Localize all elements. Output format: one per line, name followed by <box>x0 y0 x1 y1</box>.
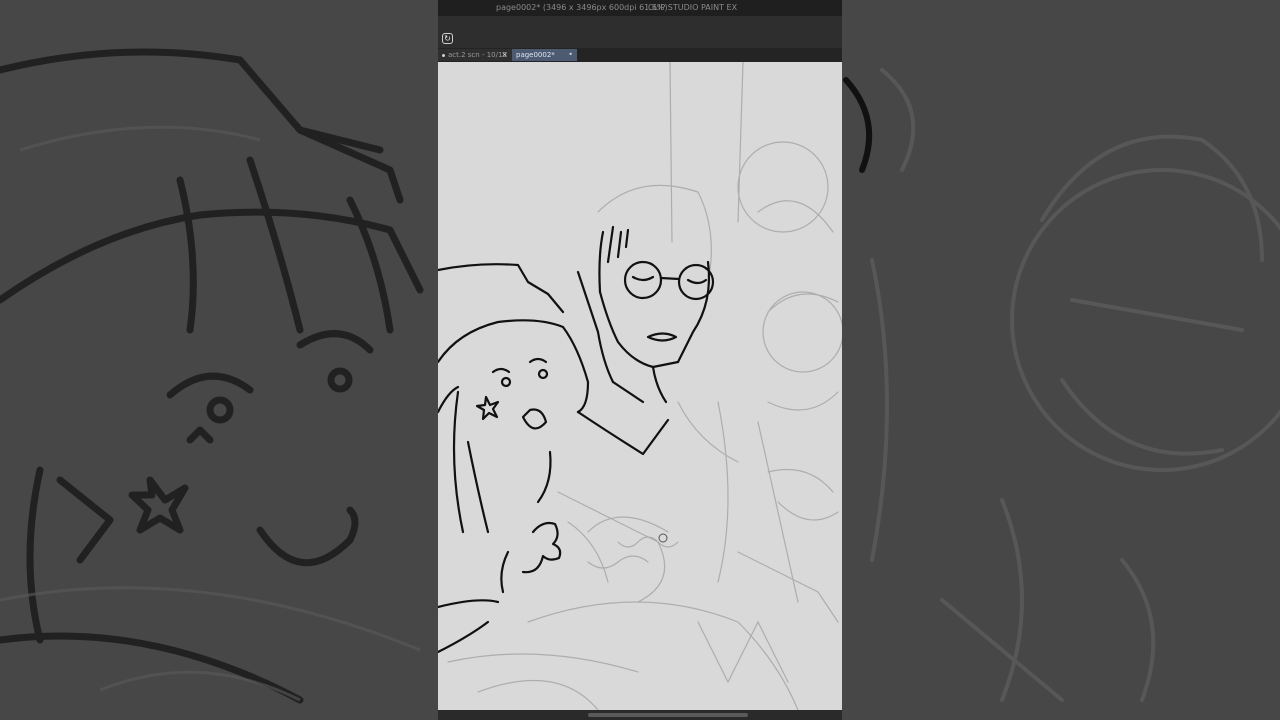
drawing-canvas[interactable] <box>438 62 842 710</box>
layer-property-icon[interactable]: ↻ <box>442 33 453 44</box>
canvas-artwork <box>438 62 842 710</box>
app-name: CLIP STUDIO PAINT EX <box>648 3 738 12</box>
tab-page0002[interactable]: page0002* • <box>512 49 577 61</box>
command-bar: ↻ <box>438 16 842 48</box>
horizontal-scrollbar[interactable] <box>438 710 842 720</box>
blurred-drawing-left <box>0 48 424 704</box>
blurred-drawing-right <box>843 68 1280 702</box>
tab-label: act.2 scn - 10/13 <box>448 51 507 59</box>
tab-modified-dot <box>442 53 445 57</box>
blurred-background-left <box>0 0 438 720</box>
document-info: page0002* (3496 x 3496px 600dpi 61.6%) <box>496 3 668 12</box>
app-window: page0002* (3496 x 3496px 600dpi 61.6%) C… <box>438 0 842 720</box>
title-bar: page0002* (3496 x 3496px 600dpi 61.6%) C… <box>438 0 842 16</box>
blurred-background-right <box>842 0 1280 720</box>
tab-act2-scene[interactable]: act.2 scn - 10/13 × <box>438 49 512 61</box>
brush-cursor <box>658 533 668 543</box>
close-tab-icon[interactable]: × <box>501 49 508 61</box>
canvas-tab-bar: act.2 scn - 10/13 × page0002* • <box>438 48 842 62</box>
tab-label: page0002* <box>516 51 555 59</box>
scrollbar-thumb[interactable] <box>588 713 748 717</box>
tab-modified-indicator-icon[interactable]: • <box>568 49 573 61</box>
